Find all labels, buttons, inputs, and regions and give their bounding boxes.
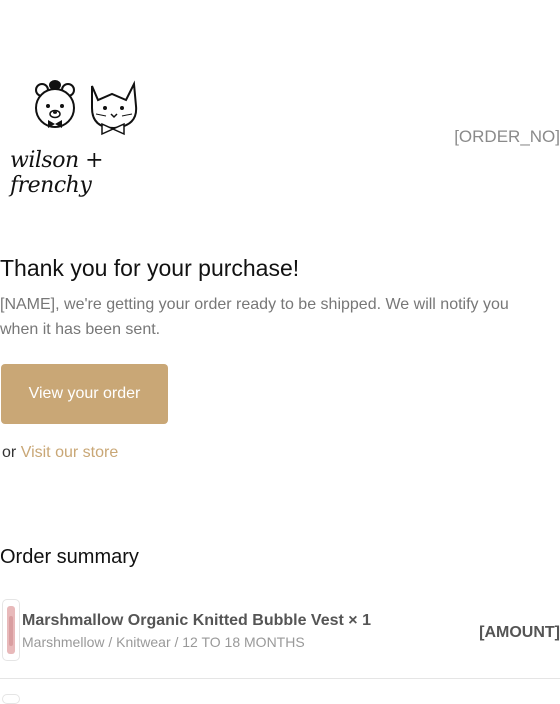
visit-store-link[interactable]: Visit our store bbox=[21, 444, 119, 461]
product-thumbnail bbox=[2, 599, 20, 661]
logo-wordmark: wilson + frenchy bbox=[10, 148, 104, 198]
item-variant: Marshmellow / Knitwear / 12 TO 18 MONTHS bbox=[22, 634, 305, 650]
item-name: Marshmallow Organic Knitted Bubble Vest … bbox=[22, 612, 371, 629]
item-amount: [AMOUNT] bbox=[479, 624, 560, 641]
confirmation-message: [NAME], we're getting your order ready t… bbox=[0, 296, 509, 338]
order-summary-title: Order summary bbox=[0, 546, 139, 568]
view-order-button[interactable]: View your order bbox=[1, 364, 168, 424]
next-product-thumbnail bbox=[2, 694, 20, 704]
brand-logo: wilson + frenchy bbox=[8, 76, 168, 198]
or-text: or bbox=[2, 444, 17, 461]
divider bbox=[0, 678, 560, 679]
page-title: Thank you for your purchase! bbox=[0, 255, 300, 281]
store-link-line: or Visit our store bbox=[2, 444, 118, 462]
order-number: [ORDER_NO] bbox=[454, 127, 560, 146]
